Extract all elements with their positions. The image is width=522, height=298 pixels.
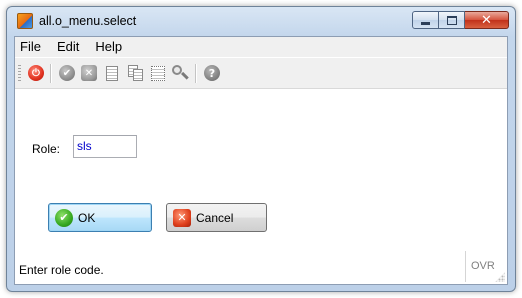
status-separator — [465, 251, 466, 282]
cancel-button-label: Cancel — [196, 210, 234, 225]
role-input[interactable]: sls — [73, 135, 137, 158]
minimize-button[interactable] — [412, 11, 439, 29]
menu-edit[interactable]: Edit — [49, 37, 87, 57]
toolbar-separator — [195, 64, 196, 83]
copy-document-icon — [127, 65, 143, 81]
maximize-icon — [446, 15, 457, 25]
overwrite-mode-indicator: OVR — [471, 260, 495, 272]
dotted-document-icon — [151, 65, 165, 81]
app-icon — [17, 13, 33, 29]
toolbar-check-button[interactable]: ✔ — [58, 64, 76, 82]
check-icon: ✔ — [59, 65, 75, 81]
resize-grip[interactable] — [495, 272, 505, 282]
document-icon — [106, 65, 118, 81]
toolbar-search-button[interactable] — [171, 64, 189, 82]
caption-buttons: ✕ — [412, 11, 509, 31]
toolbar-separator — [50, 64, 51, 83]
help-icon: ? — [204, 65, 220, 81]
cancel-icon: ✕ — [173, 208, 191, 227]
close-icon: ✕ — [481, 12, 492, 28]
close-button[interactable]: ✕ — [465, 11, 509, 29]
menu-file[interactable]: File — [15, 37, 49, 57]
toolbar-select-button[interactable] — [149, 64, 167, 82]
application-window: all.o_menu.select ✕ File Edit Help ⏻ ✔ ✕… — [6, 6, 516, 292]
ok-button-label: OK — [78, 210, 96, 225]
search-icon — [172, 65, 189, 81]
toolbar-grip[interactable] — [18, 65, 21, 82]
toolbar-cancel-button[interactable]: ✕ — [80, 64, 98, 82]
power-icon: ⏻ — [28, 65, 44, 81]
menu-bar: File Edit Help — [15, 37, 507, 57]
menu-help[interactable]: Help — [87, 37, 130, 57]
client-area: File Edit Help ⏻ ✔ ✕ ? Role: sls ✔ OK ✕ … — [14, 36, 508, 285]
role-label: Role: — [32, 142, 61, 156]
toolbar-copy-button[interactable] — [126, 64, 144, 82]
ok-button[interactable]: ✔ OK — [48, 203, 152, 232]
cancel-button[interactable]: ✕ Cancel — [166, 203, 267, 232]
check-icon: ✔ — [55, 208, 73, 227]
toolbar: ⏻ ✔ ✕ ? — [15, 58, 507, 89]
toolbar-power-button[interactable]: ⏻ — [27, 64, 45, 82]
title-bar[interactable]: all.o_menu.select ✕ — [7, 7, 515, 37]
minimize-icon — [421, 21, 430, 25]
window-title: all.o_menu.select — [39, 14, 137, 28]
cancel-icon: ✕ — [81, 65, 97, 81]
status-message: Enter role code. — [19, 263, 104, 277]
toolbar-help-button[interactable]: ? — [203, 64, 221, 82]
status-bar: Enter role code. OVR — [15, 249, 507, 284]
maximize-button[interactable] — [439, 11, 465, 29]
toolbar-document-button[interactable] — [103, 64, 121, 82]
